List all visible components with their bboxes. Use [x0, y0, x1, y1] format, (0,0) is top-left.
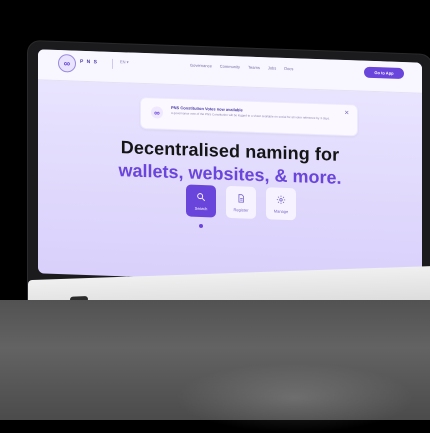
- close-icon[interactable]: ×: [344, 109, 349, 117]
- announcement-banner: ∞ PNS Constitution Votes now available A…: [140, 97, 358, 137]
- nav-divider: [112, 59, 113, 69]
- nav-links: Governance Community Teams Jobs Docs: [190, 63, 293, 72]
- light-glow: [175, 363, 415, 433]
- carousel-indicator: [199, 224, 203, 228]
- document-icon: [236, 193, 246, 203]
- settings-icon: [276, 194, 286, 204]
- search-icon: [196, 191, 206, 201]
- screen: ∞ P N S EN ▾ Governance Community Teams …: [38, 49, 422, 286]
- chain-link-icon: ∞: [151, 106, 163, 118]
- nav-link-governance[interactable]: Governance: [190, 63, 212, 69]
- nav-link-docs[interactable]: Docs: [284, 66, 293, 71]
- search-card[interactable]: Search: [186, 184, 216, 217]
- top-nav: ∞ P N S EN ▾ Governance Community Teams …: [38, 49, 422, 93]
- language-selector[interactable]: EN ▾: [120, 59, 129, 64]
- go-to-app-button[interactable]: Go to App: [364, 67, 404, 79]
- manage-label: Manage: [274, 208, 288, 214]
- brand-name[interactable]: P N S: [80, 59, 98, 66]
- banner-body: A governance vote of the PNS Constitutio…: [171, 112, 339, 122]
- register-card[interactable]: Register: [226, 186, 256, 219]
- nav-link-teams[interactable]: Teams: [248, 65, 260, 70]
- chain-link-icon[interactable]: ∞: [58, 54, 76, 73]
- nav-link-community[interactable]: Community: [220, 64, 240, 70]
- search-label: Search: [195, 205, 208, 210]
- nav-link-jobs[interactable]: Jobs: [268, 65, 276, 70]
- manage-card[interactable]: Manage: [266, 187, 296, 220]
- register-label: Register: [234, 207, 249, 213]
